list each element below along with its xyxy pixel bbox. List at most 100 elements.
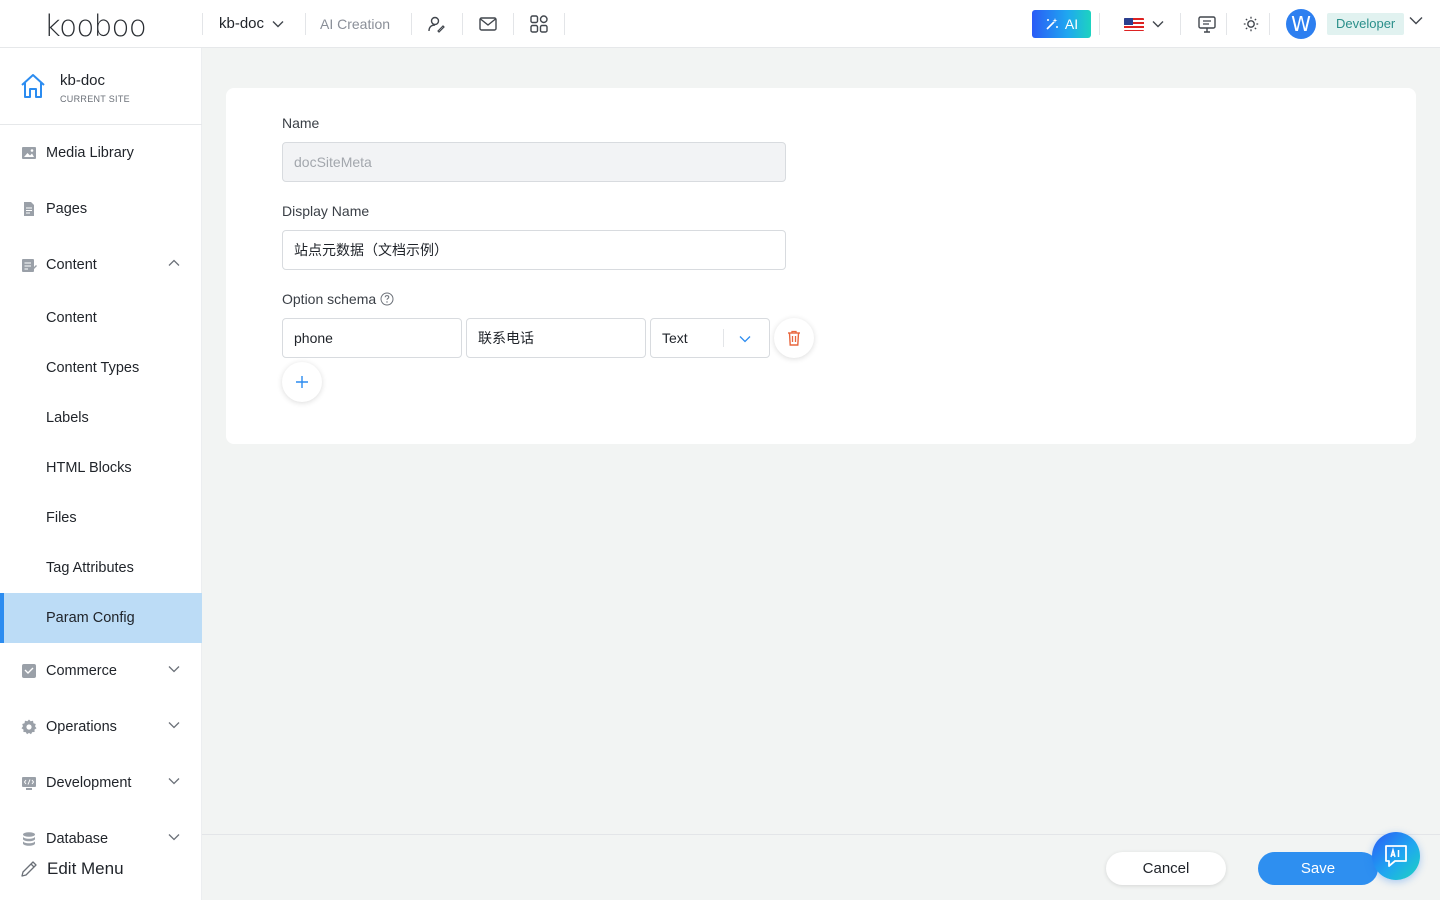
plus-icon xyxy=(296,376,308,388)
chevron-up-icon xyxy=(168,259,180,266)
schema-type-value: Text xyxy=(662,330,688,346)
chevron-down-icon xyxy=(168,722,180,729)
divider xyxy=(305,13,306,35)
code-icon xyxy=(22,777,36,790)
add-schema-row-button[interactable] xyxy=(282,362,322,402)
role-badge[interactable]: Developer xyxy=(1327,13,1405,35)
save-button[interactable]: Save xyxy=(1258,852,1378,885)
sidebar-subitem-label: Tag Attributes xyxy=(46,560,134,576)
chevron-down-icon[interactable] xyxy=(1152,20,1164,28)
sidebar-subitem-param-config[interactable]: Param Config xyxy=(0,593,202,643)
sidebar-subitem-content-types[interactable]: Content Types xyxy=(0,343,202,393)
ai-chat-icon xyxy=(1385,845,1407,867)
edit-menu-label: Edit Menu xyxy=(47,859,124,878)
kooboo-logo[interactable]: kooboo xyxy=(44,9,147,43)
magic-wand-icon xyxy=(1046,18,1058,30)
delete-schema-row-button[interactable] xyxy=(774,318,814,358)
edit-menu-button[interactable]: Edit Menu xyxy=(20,859,124,879)
sidebar-subitem-label: Content xyxy=(46,310,97,326)
option-schema-label-row: Option schema xyxy=(282,291,394,307)
commerce-icon xyxy=(22,664,36,678)
sidebar-item-commerce[interactable]: Commerce xyxy=(0,646,202,696)
sidebar-subitem-files[interactable]: Files xyxy=(0,493,202,543)
divider xyxy=(1226,13,1227,35)
avatar[interactable]: W xyxy=(1286,9,1316,39)
param-config-form-card: Name docSiteMeta Display Name 站点元数据（文档示例… xyxy=(226,88,1416,444)
sidebar-item-label: Media Library xyxy=(46,145,134,161)
divider xyxy=(411,13,412,35)
top-bar: kooboo kb-doc AI Creation AI W Developer xyxy=(0,0,1440,48)
sidebar-subitem-label: Param Config xyxy=(46,610,135,626)
site-switcher[interactable]: kb-doc xyxy=(219,15,284,32)
database-icon xyxy=(23,832,35,846)
sidebar-subitem-label: Files xyxy=(46,510,77,526)
form-footer xyxy=(202,834,1440,900)
user-pen-icon[interactable] xyxy=(426,14,446,34)
sidebar-item-content[interactable]: Content xyxy=(0,240,202,290)
cancel-button[interactable]: Cancel xyxy=(1106,852,1226,885)
chevron-down-icon xyxy=(168,666,180,673)
divider xyxy=(1099,13,1100,35)
sidebar-subitem-labels[interactable]: Labels xyxy=(0,393,202,443)
ai-button[interactable]: AI xyxy=(1032,10,1091,38)
ai-creation-link[interactable]: AI Creation xyxy=(320,16,390,32)
sidebar-item-pages[interactable]: Pages xyxy=(0,184,202,234)
sidebar-subitem-content[interactable]: Content xyxy=(0,293,202,343)
sidebar-subitem-tag-attributes[interactable]: Tag Attributes xyxy=(0,543,202,593)
sidebar-subitem-label: Labels xyxy=(46,410,89,426)
divider xyxy=(1269,13,1270,35)
sidebar-item-database[interactable]: Database xyxy=(0,814,202,864)
pencil-icon xyxy=(21,861,37,877)
sidebar-item-label: Commerce xyxy=(46,663,117,679)
chevron-down-icon xyxy=(168,834,180,841)
sidebar-item-media-library[interactable]: Media Library xyxy=(0,128,202,178)
select-divider xyxy=(723,329,724,347)
divider xyxy=(564,13,565,35)
gear-icon xyxy=(21,719,37,735)
content-icon xyxy=(22,259,37,272)
sidebar-item-label: Content xyxy=(46,257,97,273)
chevron-down-icon xyxy=(739,336,751,343)
divider xyxy=(202,13,203,35)
trash-icon xyxy=(788,330,800,346)
sidebar-item-operations[interactable]: Operations xyxy=(0,702,202,752)
sidebar-subitem-label: HTML Blocks xyxy=(46,460,132,476)
sidebar-item-label: Development xyxy=(46,775,132,791)
page-icon xyxy=(24,202,34,216)
site-switcher-label: kb-doc xyxy=(219,15,265,32)
divider xyxy=(1180,13,1181,35)
sidebar: kb-doc CURRENT SITE Media Library Pages … xyxy=(0,48,202,900)
help-question-icon[interactable] xyxy=(380,292,394,306)
schema-type-select[interactable]: Text xyxy=(650,318,770,358)
divider xyxy=(462,13,463,35)
chevron-down-icon[interactable] xyxy=(1409,16,1423,25)
ai-assistant-button[interactable] xyxy=(1372,832,1420,880)
chevron-down-icon xyxy=(272,20,284,27)
ai-button-label: AI xyxy=(1064,16,1079,32)
chevron-down-icon xyxy=(168,778,180,785)
display-name-label: Display Name xyxy=(282,203,370,219)
sun-theme-icon[interactable] xyxy=(1241,14,1261,34)
name-field: docSiteMeta xyxy=(282,142,786,182)
schema-display-input[interactable]: 联系电话 xyxy=(466,318,646,358)
preview-screen-icon[interactable] xyxy=(1197,14,1217,34)
mail-icon[interactable] xyxy=(478,14,498,34)
current-site-header[interactable]: kb-doc CURRENT SITE xyxy=(0,48,202,125)
option-schema-label: Option schema xyxy=(282,291,377,307)
sidebar-subitem-html-blocks[interactable]: HTML Blocks xyxy=(0,443,202,493)
name-label: Name xyxy=(282,115,320,131)
sidebar-subitem-label: Content Types xyxy=(46,360,140,376)
sidebar-item-development[interactable]: Development xyxy=(0,758,202,808)
schema-key-input[interactable]: phone xyxy=(282,318,462,358)
divider xyxy=(513,13,514,35)
display-name-field[interactable]: 站点元数据（文档示例） xyxy=(282,230,786,270)
site-name: kb-doc xyxy=(60,72,106,89)
us-flag-icon[interactable] xyxy=(1124,18,1144,31)
home-icon xyxy=(21,74,45,98)
sidebar-item-label: Operations xyxy=(46,719,117,735)
site-subtitle: CURRENT SITE xyxy=(60,94,130,104)
sidebar-item-label: Pages xyxy=(46,201,88,217)
sidebar-item-label: Database xyxy=(46,831,109,847)
image-icon xyxy=(22,147,36,159)
apps-grid-icon[interactable] xyxy=(529,14,549,34)
